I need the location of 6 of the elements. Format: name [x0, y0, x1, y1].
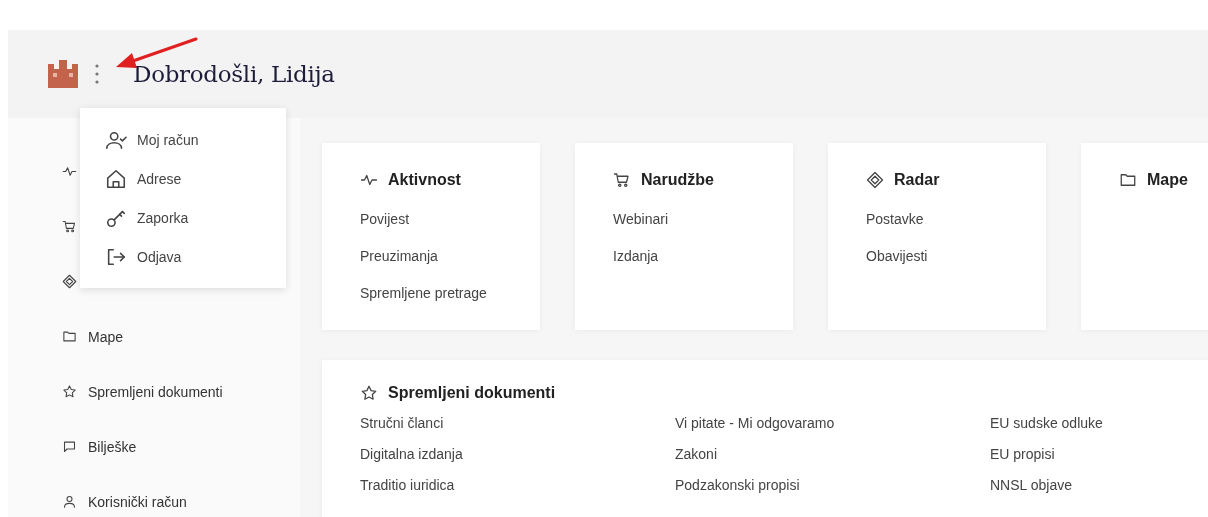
card-title: Narudžbe	[613, 171, 793, 189]
card-title: Radar	[866, 171, 1046, 189]
card-title: Spremljeni dokumenti	[360, 384, 1208, 402]
card-title: Aktivnost	[360, 171, 540, 189]
welcome-title: Dobrodošli, Lidija	[133, 61, 335, 87]
card-title: Mape	[1119, 171, 1208, 189]
